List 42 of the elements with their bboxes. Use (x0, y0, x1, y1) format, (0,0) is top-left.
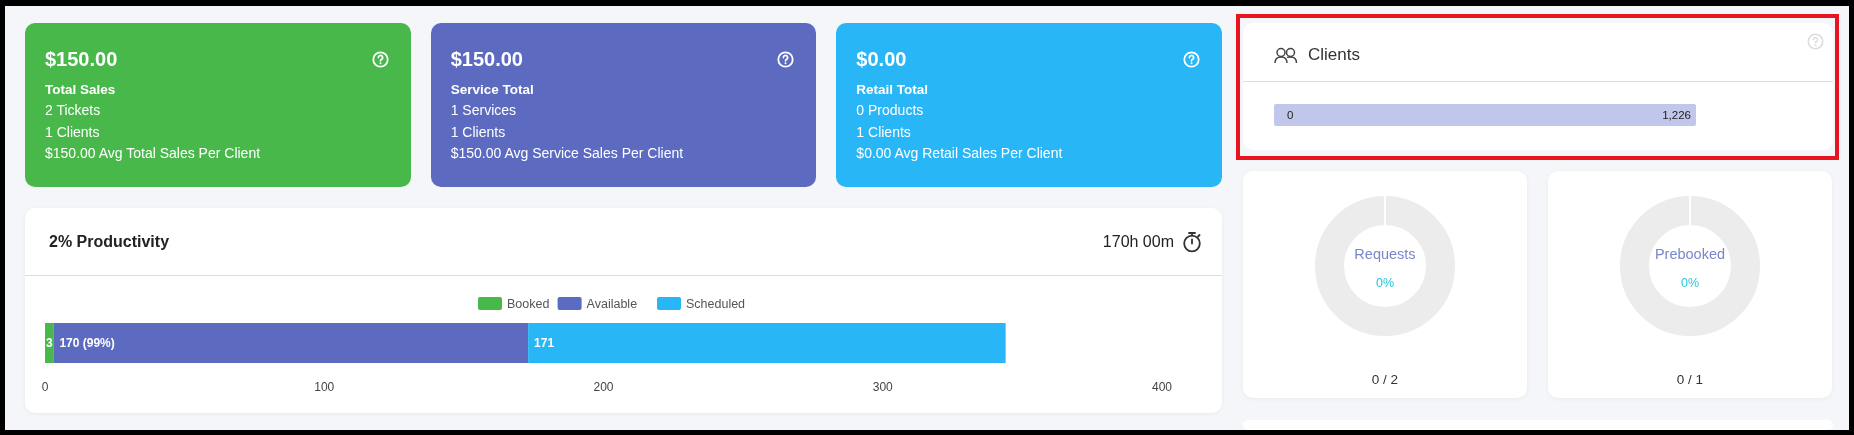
axis-tick-label: 100 (314, 380, 335, 394)
bar-label: 171 (534, 336, 555, 350)
card-stat: 1 Clients (450, 122, 507, 142)
range-min: 0 (1287, 109, 1294, 121)
card-stat: $150.00 Avg Total Sales Per Client (45, 144, 262, 163)
amount: $150.00 (450, 48, 523, 71)
range-max: 1,226 (1662, 109, 1691, 121)
card-stat: 1 Clients (45, 122, 101, 142)
card-stat: $150.00 Avg Service Sales Per Client (450, 144, 685, 163)
hours-total: 170h 00m (1102, 232, 1174, 251)
bar-label: 3 (46, 336, 53, 350)
card-title: Total Sales (45, 81, 117, 99)
legend-label: Available (586, 297, 638, 311)
card-title: Clients (1308, 45, 1361, 65)
card-stat: $0.00 Avg Retail Sales Per Client (856, 144, 1064, 163)
ring-percent: 0% (1680, 276, 1700, 290)
legend-item[interactable]: Booked (478, 297, 550, 311)
legend-label: Booked (507, 297, 550, 311)
axis-tick-label: 200 (593, 380, 614, 394)
axis-tick-label: 400 (1152, 380, 1172, 394)
card-title: Retail Total (856, 81, 930, 99)
axis-tick-label: 300 (872, 380, 893, 394)
ring-count: 0 / 2 (1371, 372, 1399, 387)
bar-label: 170 (99%) (59, 336, 115, 350)
card-stat: 0 Products (856, 101, 925, 120)
stopwatch-icon (1182, 230, 1202, 253)
amount: $150.00 (45, 48, 118, 71)
amount: $0.00 (856, 48, 907, 71)
ring-count: 0 / 1 (1676, 372, 1704, 387)
axis-tick-label: 0 (41, 380, 49, 394)
ring-label: Requests (1354, 246, 1416, 262)
card-stat: 1 Clients (856, 122, 912, 142)
ring-label: Prebooked (1654, 246, 1726, 262)
people-icon (1274, 46, 1298, 64)
card-stat: 2 Tickets (45, 101, 102, 120)
panel-title: 2% Productivity (49, 232, 171, 251)
legend-item[interactable]: Available (557, 297, 638, 311)
legend-item[interactable]: Scheduled (657, 297, 746, 311)
card-stat: 1 Services (450, 101, 518, 120)
ring-percent: 0% (1375, 276, 1395, 290)
legend-label: Scheduled (686, 297, 746, 311)
card-title: Service Total (450, 81, 535, 99)
